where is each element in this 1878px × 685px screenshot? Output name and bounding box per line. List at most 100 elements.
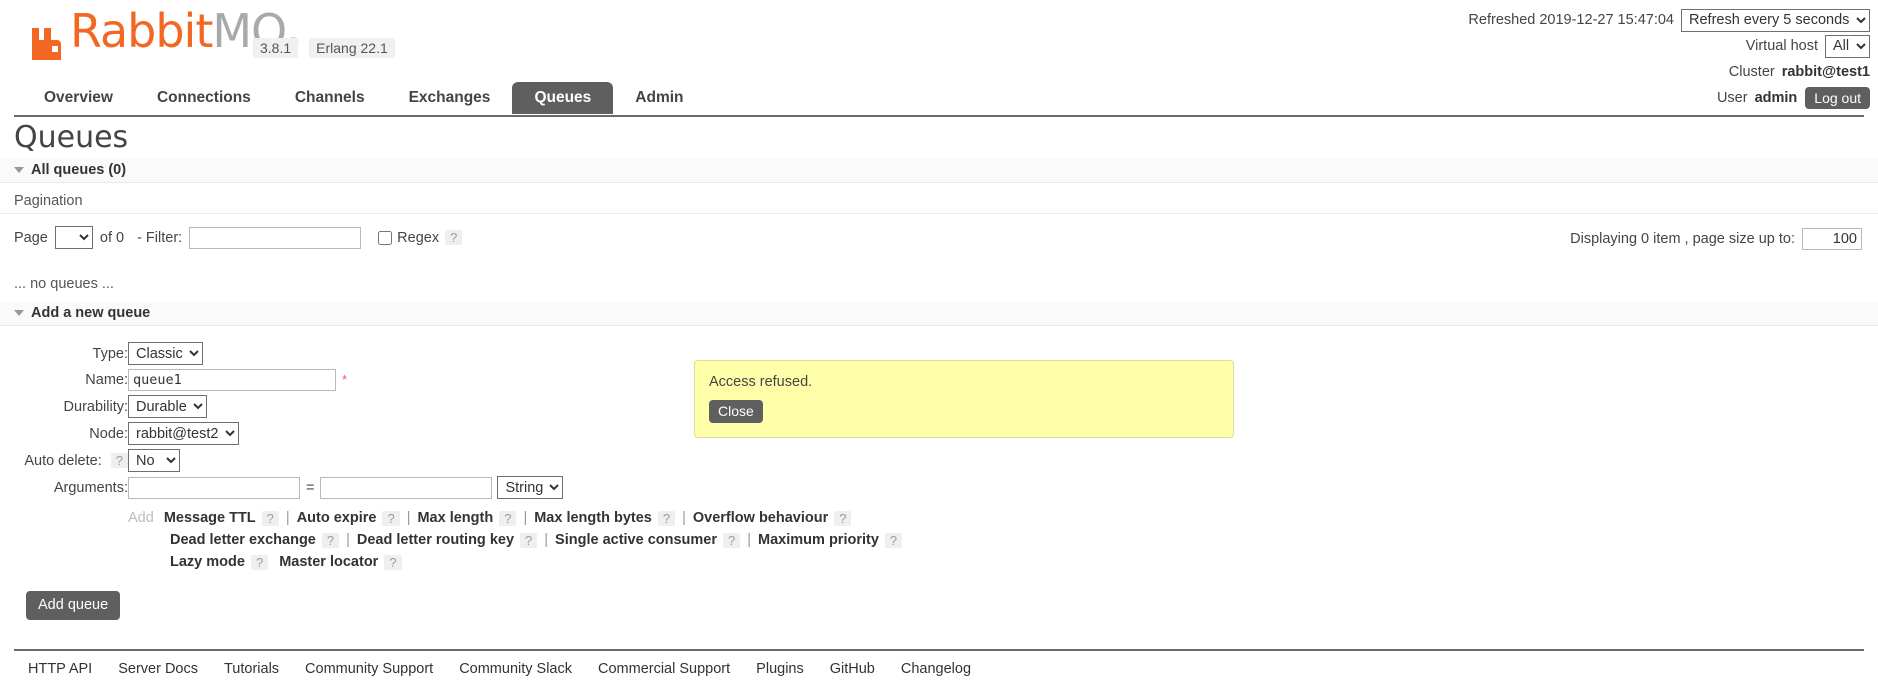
argument-preset-auto-expire[interactable]: Auto expire (297, 510, 377, 526)
footer-link-github[interactable]: GitHub (830, 661, 875, 677)
preset-help-icon[interactable]: ? (382, 510, 400, 526)
all-queues-section-header[interactable]: All queues (0) (0, 159, 1878, 183)
preset-help-icon[interactable]: ? (657, 510, 676, 526)
nav-tab-channels[interactable]: Channels (273, 82, 387, 114)
argument-preset-maximum-priority[interactable]: Maximum priority (758, 532, 879, 548)
page-footer: HTTP API Server Docs Tutorials Community Su… (0, 649, 1878, 677)
preset-help-icon[interactable]: ? (321, 532, 340, 548)
footer-link-changelog[interactable]: Changelog (901, 661, 971, 677)
collapse-triangle-icon[interactable] (14, 167, 24, 173)
queue-type-select[interactable]: Classic (128, 342, 203, 365)
type-label: Type: (92, 345, 128, 362)
nav-tab-exchanges[interactable]: Exchanges (387, 82, 513, 114)
displaying-label: Displaying 0 item , page size up to: (1570, 231, 1795, 247)
version-badges: 3.8.1 Erlang 22.1 (253, 38, 395, 58)
node-select[interactable]: rabbit@test2 (128, 422, 239, 445)
access-refused-alert: Access refused. Close (694, 360, 1234, 438)
required-asterisk: * (342, 372, 348, 387)
displaying-info: Displaying 0 item , page size up to: (1570, 228, 1862, 250)
regex-checkbox[interactable] (378, 230, 393, 245)
preset-help-icon[interactable]: ? (520, 532, 538, 548)
form-row-auto-delete: Auto delete: ? No (0, 447, 902, 474)
argument-presets-row-1: Add Message TTL? | Auto expire? | Max length?… (128, 507, 902, 529)
logo-text-rabbit: Rabbit (70, 4, 213, 58)
collapse-triangle-icon[interactable] (14, 310, 24, 316)
argument-preset-dead-letter-exchange[interactable]: Dead letter exchange (170, 532, 316, 548)
add-queue-submit-button[interactable]: Add queue (26, 591, 121, 621)
page-title: Queues (14, 120, 129, 155)
footer-link-plugins[interactable]: Plugins (756, 661, 804, 677)
form-row-arguments: Arguments: = String (0, 474, 902, 501)
footer-link-tutorials[interactable]: Tutorials (224, 661, 279, 677)
footer-link-server-docs[interactable]: Server Docs (118, 661, 198, 677)
add-queue-section-header[interactable]: Add a new queue (0, 302, 1878, 326)
argument-preset-message-ttl[interactable]: Message TTL (164, 510, 256, 526)
argument-preset-max-length[interactable]: Max length (417, 510, 493, 526)
form-row-presets: Add Message TTL? | Auto expire? | Max length?… (0, 501, 903, 575)
regex-label: Regex (397, 229, 440, 246)
footer-divider (14, 649, 1864, 651)
page-content: Queues All queues (0) Pagination Page of… (0, 120, 1878, 621)
page-size-input[interactable] (1802, 228, 1862, 250)
preset-help-icon[interactable]: ? (884, 532, 903, 548)
refresh-interval-select[interactable]: Refresh every 5 seconds (1681, 8, 1870, 32)
argument-preset-overflow-behaviour[interactable]: Overflow behaviour (693, 510, 828, 526)
preset-help-icon[interactable]: ? (250, 554, 269, 570)
filter-input[interactable] (189, 226, 362, 249)
footer-link-http-api[interactable]: HTTP API (28, 661, 92, 677)
argument-preset-max-length-bytes[interactable]: Max length bytes (534, 510, 652, 526)
argument-preset-lazy-mode[interactable]: Lazy mode (170, 554, 245, 570)
nav-tab-admin[interactable]: Admin (613, 82, 705, 114)
alert-close-button[interactable]: Close (709, 400, 763, 423)
page-label: Page (14, 229, 48, 246)
preset-separator: | (523, 510, 528, 526)
preset-separator: | (346, 532, 350, 548)
name-label: Name: (85, 372, 128, 388)
cluster-row: Cluster rabbit@test1 (1468, 60, 1870, 84)
nav-tab-overview[interactable]: Overview (22, 82, 135, 114)
auto-delete-help-icon[interactable]: ? (110, 453, 128, 469)
filter-label: - Filter: (137, 229, 183, 246)
argument-presets-row-3: Lazy mode? Master locator? (128, 551, 902, 573)
preset-help-icon[interactable]: ? (499, 510, 517, 526)
vhost-row: Virtual host All (1468, 34, 1870, 58)
cluster-label: Cluster (1728, 64, 1775, 80)
regex-help-icon[interactable]: ? (445, 230, 463, 245)
preset-separator: | (406, 510, 411, 526)
alert-message: Access refused. (709, 374, 813, 390)
page-header: RabbitMQ® 3.8.1 Erlang 22.1 Refreshed 20… (0, 0, 1878, 110)
pagination-label: Pagination (0, 183, 1878, 214)
argument-preset-master-locator[interactable]: Master locator (279, 554, 378, 570)
vhost-select[interactable]: All (1825, 34, 1870, 58)
argument-key-input[interactable] (128, 476, 300, 499)
nav-tab-queues[interactable]: Queues (512, 82, 614, 114)
preset-help-icon[interactable]: ? (261, 510, 279, 526)
refreshed-timestamp: Refreshed 2019-12-27 15:47:04 (1468, 12, 1674, 28)
footer-link-community-slack[interactable]: Community Slack (459, 661, 572, 677)
page-number-select[interactable] (54, 226, 93, 249)
argument-type-select[interactable]: String (497, 476, 564, 499)
queue-name-input[interactable] (128, 369, 336, 391)
refresh-row: Refreshed 2019-12-27 15:47:04 Refresh ev… (1468, 8, 1870, 32)
cluster-name: rabbit@test1 (1781, 64, 1870, 80)
argument-preset-single-active-consumer[interactable]: Single active consumer (555, 532, 717, 548)
vhost-label: Virtual host (1745, 38, 1818, 54)
argument-value-input[interactable] (320, 476, 493, 499)
preset-help-icon[interactable]: ? (834, 510, 852, 526)
preset-separator: | (682, 510, 686, 526)
add-argument-link[interactable]: Add (128, 510, 154, 526)
arguments-label: Arguments: (53, 479, 128, 496)
nav-tab-connections[interactable]: Connections (135, 82, 273, 114)
argument-preset-dead-letter-routing-key[interactable]: Dead letter routing key (357, 532, 514, 548)
nav-tabs: Overview Connections Channels Exchanges Queu… (0, 82, 1878, 114)
main-navigation: Overview Connections Channels Exchanges Queu… (0, 82, 1878, 117)
auto-delete-select[interactable]: No (128, 449, 180, 472)
durability-select[interactable]: Durable (128, 395, 207, 418)
footer-link-commercial-support[interactable]: Commercial Support (598, 661, 730, 677)
add-queue-label: Add a new queue (31, 305, 151, 321)
nav-divider (14, 115, 1864, 117)
preset-help-icon[interactable]: ? (384, 554, 402, 570)
footer-link-community-support[interactable]: Community Support (305, 661, 433, 677)
preset-help-icon[interactable]: ? (723, 532, 741, 548)
erlang-version-badge: Erlang 22.1 (309, 38, 395, 58)
